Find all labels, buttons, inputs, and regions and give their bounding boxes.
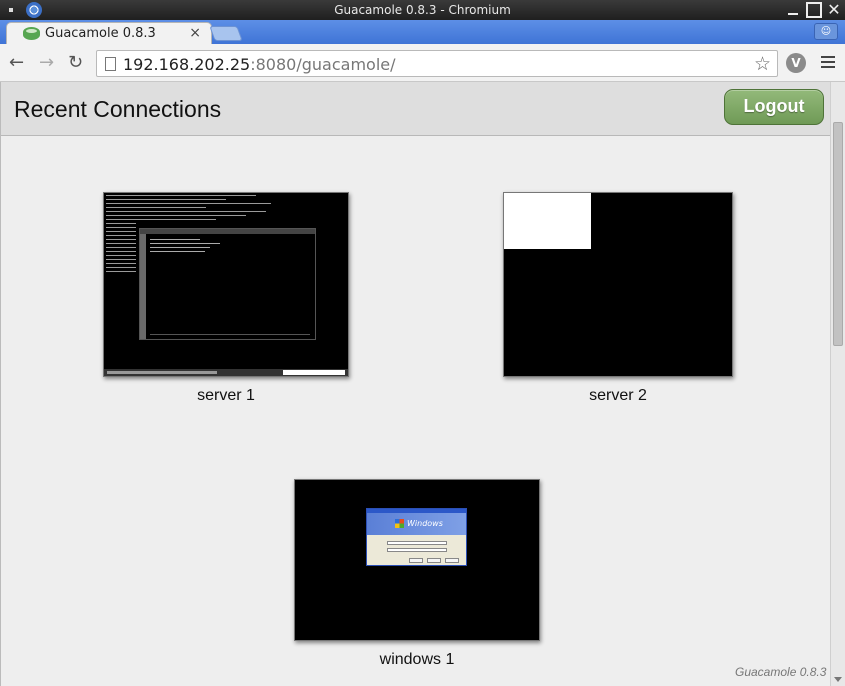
connection-server-2[interactable]: server 2 <box>503 192 733 405</box>
connection-name: windows 1 <box>379 651 455 668</box>
connection-server-1[interactable]: server 1 <box>103 192 349 405</box>
minimize-button[interactable] <box>785 2 801 18</box>
windows-login-dialog: Windows <box>366 508 467 566</box>
connection-thumbnail[interactable] <box>503 192 733 377</box>
back-button[interactable]: ← <box>9 53 24 73</box>
window-title: Guacamole 0.8.3 - Chromium <box>334 3 511 17</box>
page-icon <box>105 57 116 71</box>
new-tab-button[interactable] <box>209 26 243 41</box>
forward-button[interactable]: → <box>39 53 54 73</box>
url-text[interactable]: 192.168.202.25:8080/guacamole/ <box>123 55 396 74</box>
desktop-taskbar <box>104 369 348 376</box>
tab-strip: Guacamole 0.8.3 × ☺ <box>0 20 845 44</box>
window-close-button[interactable]: ✕ <box>826 2 842 18</box>
profile-icon[interactable]: ☺ <box>814 23 838 40</box>
connection-name: server 1 <box>197 387 255 404</box>
page-content: Recent Connections Logout server 1 serve… <box>0 82 830 686</box>
tab-title: Guacamole 0.8.3 <box>45 26 156 41</box>
url-path: :8080/guacamole/ <box>250 55 396 74</box>
connection-thumbnail[interactable] <box>103 192 349 377</box>
extension-icon[interactable]: V <box>786 53 806 73</box>
bookmark-star-icon[interactable]: ☆ <box>754 53 771 75</box>
connection-windows-1[interactable]: Windows windows 1 <box>294 479 540 669</box>
version-footer: Guacamole 0.8.3 <box>735 665 827 679</box>
address-bar[interactable]: 192.168.202.25:8080/guacamole/ ☆ <box>96 50 778 77</box>
page-header: Recent Connections Logout <box>1 82 830 136</box>
page-title: Recent Connections <box>14 96 222 122</box>
maximize-button[interactable] <box>806 2 822 18</box>
connection-thumbnail[interactable]: Windows <box>294 479 540 641</box>
reload-button[interactable]: ↻ <box>68 53 83 73</box>
window-titlebar: Guacamole 0.8.3 - Chromium ✕ <box>0 0 845 20</box>
chromium-icon <box>26 2 42 18</box>
scroll-down-arrow-icon[interactable] <box>834 677 842 682</box>
window-menu-icon[interactable] <box>9 8 13 12</box>
page-scrollbar[interactable] <box>830 82 845 686</box>
tab-guacamole[interactable]: Guacamole 0.8.3 × <box>6 22 212 44</box>
guacamole-favicon-icon <box>23 27 40 40</box>
url-host: 192.168.202.25 <box>123 55 251 74</box>
browser-toolbar: ← → ↻ 192.168.202.25:8080/guacamole/ ☆ <box>0 44 845 82</box>
scrollbar-thumb[interactable] <box>833 122 843 346</box>
connection-name: server 2 <box>589 387 647 404</box>
terminal-window <box>139 228 316 340</box>
logout-button[interactable]: Logout <box>724 89 824 125</box>
tab-close-icon[interactable]: × <box>189 25 201 41</box>
windows-logo-icon <box>395 519 404 528</box>
terminal-window <box>504 193 591 249</box>
chrome-menu-icon[interactable] <box>821 56 835 70</box>
